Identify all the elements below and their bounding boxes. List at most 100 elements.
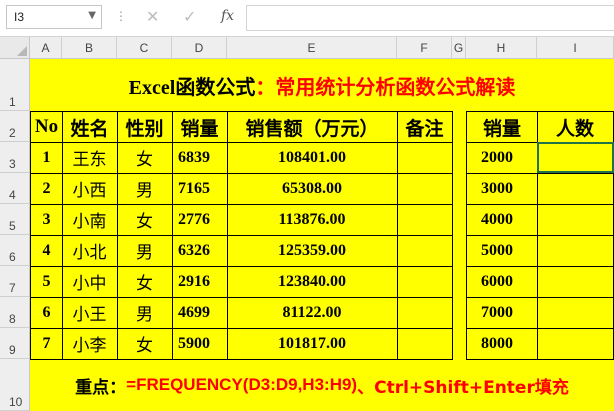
header-amount[interactable]: 销售额（万元）: [227, 111, 398, 143]
column-header-i[interactable]: I: [537, 37, 614, 59]
cell-sales[interactable]: 2916: [172, 266, 228, 298]
cell-no[interactable]: 7: [30, 328, 63, 360]
cell-name[interactable]: 小西: [62, 173, 118, 205]
cell-note[interactable]: [397, 266, 453, 298]
cell-amount[interactable]: 125359.00: [227, 235, 398, 267]
enter-icon[interactable]: ✓: [183, 7, 196, 26]
select-all-corner[interactable]: [0, 37, 30, 59]
select-all-triangle-icon: [17, 46, 27, 56]
column-header-f[interactable]: F: [397, 37, 452, 59]
cell-note[interactable]: [397, 235, 453, 267]
cell-amount[interactable]: 101817.00: [227, 328, 398, 360]
cell-name[interactable]: 小南: [62, 204, 118, 236]
cell-bin-count[interactable]: [537, 173, 614, 205]
cell-bin-count[interactable]: [537, 297, 614, 329]
header-gender[interactable]: 性别: [117, 111, 173, 143]
chevron-down-icon[interactable]: ▼: [88, 10, 96, 21]
cell-bin-count[interactable]: [537, 204, 614, 236]
cell-gender[interactable]: 男: [117, 173, 173, 205]
cell-gender[interactable]: 女: [117, 328, 173, 360]
header-bin-sales[interactable]: 销量: [466, 111, 538, 143]
cell-gender[interactable]: 女: [117, 204, 173, 236]
cell-bin-value[interactable]: 4000: [466, 204, 538, 236]
name-box-value: I3: [14, 10, 25, 24]
cell-amount[interactable]: 65308.00: [227, 173, 398, 205]
cell-sales[interactable]: 4699: [172, 297, 228, 329]
cell-amount[interactable]: 113876.00: [227, 204, 398, 236]
cell-bin-value[interactable]: 2000: [466, 142, 538, 174]
more-options-icon[interactable]: ⋮: [115, 9, 127, 23]
cell-no[interactable]: 3: [30, 204, 63, 236]
column-header-b[interactable]: B: [62, 37, 117, 59]
header-name[interactable]: 姓名: [62, 111, 118, 143]
row-header-7[interactable]: 7: [0, 266, 30, 297]
formula-input[interactable]: [246, 5, 614, 31]
cell-no[interactable]: 5: [30, 266, 63, 298]
note-formula: =FREQUENCY(D3:D9,H3:H9): [126, 375, 358, 394]
column-header-g[interactable]: G: [452, 37, 466, 59]
cell-note[interactable]: [397, 204, 453, 236]
cell-bin-value[interactable]: 8000: [466, 328, 538, 360]
cell-gender[interactable]: 女: [117, 266, 173, 298]
note-label: 重点：: [75, 377, 127, 398]
cell-name[interactable]: 王东: [62, 142, 118, 174]
title-excel: Excel函数公式: [128, 76, 256, 99]
row-header-1[interactable]: 1: [0, 59, 30, 111]
sheet-title[interactable]: Excel函数公式 ：常用统计分析函数公式解读: [30, 59, 614, 111]
cell-name[interactable]: 小北: [62, 235, 118, 267]
cell-amount[interactable]: 108401.00: [227, 142, 398, 174]
cell-bin-count[interactable]: [537, 328, 614, 360]
cell-gender[interactable]: 女: [117, 142, 173, 174]
header-sales[interactable]: 销量: [172, 111, 228, 143]
row-header-3[interactable]: 3: [0, 142, 30, 173]
column-header-c[interactable]: C: [117, 37, 172, 59]
cell-no[interactable]: 4: [30, 235, 63, 267]
cell-bin-count[interactable]: [537, 266, 614, 298]
cell-gender[interactable]: 男: [117, 297, 173, 329]
cancel-icon[interactable]: ✕: [146, 7, 159, 26]
cell-sales[interactable]: 6839: [172, 142, 228, 174]
column-header-e[interactable]: E: [227, 37, 397, 59]
row-header-8[interactable]: 8: [0, 297, 30, 328]
row-header-10[interactable]: 10: [0, 359, 30, 411]
row-header-5[interactable]: 5: [0, 204, 30, 235]
column-header-a[interactable]: A: [30, 37, 62, 59]
row-header-9[interactable]: 9: [0, 328, 30, 359]
note-suffix: 、Ctrl+Shift+Enter填充: [357, 377, 569, 398]
cell-name[interactable]: 小中: [62, 266, 118, 298]
cell-bin-value[interactable]: 7000: [466, 297, 538, 329]
column-header-d[interactable]: D: [172, 37, 227, 59]
cell-no[interactable]: 1: [30, 142, 63, 174]
name-box[interactable]: I3 ▼: [6, 5, 102, 29]
cell-bin-value[interactable]: 5000: [466, 235, 538, 267]
cell-note[interactable]: [397, 173, 453, 205]
column-header-h[interactable]: H: [466, 37, 537, 59]
cell-bin-value[interactable]: 6000: [466, 266, 538, 298]
insert-function-icon[interactable]: fx: [221, 8, 234, 24]
row-header-4[interactable]: 4: [0, 173, 30, 204]
row-header-6[interactable]: 6: [0, 235, 30, 266]
cell-sales[interactable]: 5900: [172, 328, 228, 360]
active-cell-i3[interactable]: [537, 142, 614, 173]
cell-name[interactable]: 小李: [62, 328, 118, 360]
row-header-2[interactable]: 2: [0, 111, 30, 142]
header-note[interactable]: 备注: [397, 111, 453, 143]
cell-note[interactable]: [397, 142, 453, 174]
cell-amount[interactable]: 123840.00: [227, 266, 398, 298]
cell-sales[interactable]: 7165: [172, 173, 228, 205]
cell-sales[interactable]: 2776: [172, 204, 228, 236]
cell-sales[interactable]: 6326: [172, 235, 228, 267]
cell-bin-value[interactable]: 3000: [466, 173, 538, 205]
cell-note[interactable]: [397, 297, 453, 329]
cell-gender[interactable]: 男: [117, 235, 173, 267]
cell-no[interactable]: 6: [30, 297, 63, 329]
header-bin-count[interactable]: 人数: [537, 111, 614, 143]
formula-bar: I3 ▼ ⋮ ✕ ✓ fx: [0, 0, 614, 37]
cell-note[interactable]: [397, 328, 453, 360]
key-point-note[interactable]: 重点： =FREQUENCY(D3:D9,H3:H9) 、Ctrl+Shift+En…: [30, 359, 614, 411]
cell-name[interactable]: 小王: [62, 297, 118, 329]
cell-bin-count[interactable]: [537, 235, 614, 267]
cell-amount[interactable]: 81122.00: [227, 297, 398, 329]
header-no[interactable]: No: [30, 111, 63, 143]
cell-no[interactable]: 2: [30, 173, 63, 205]
